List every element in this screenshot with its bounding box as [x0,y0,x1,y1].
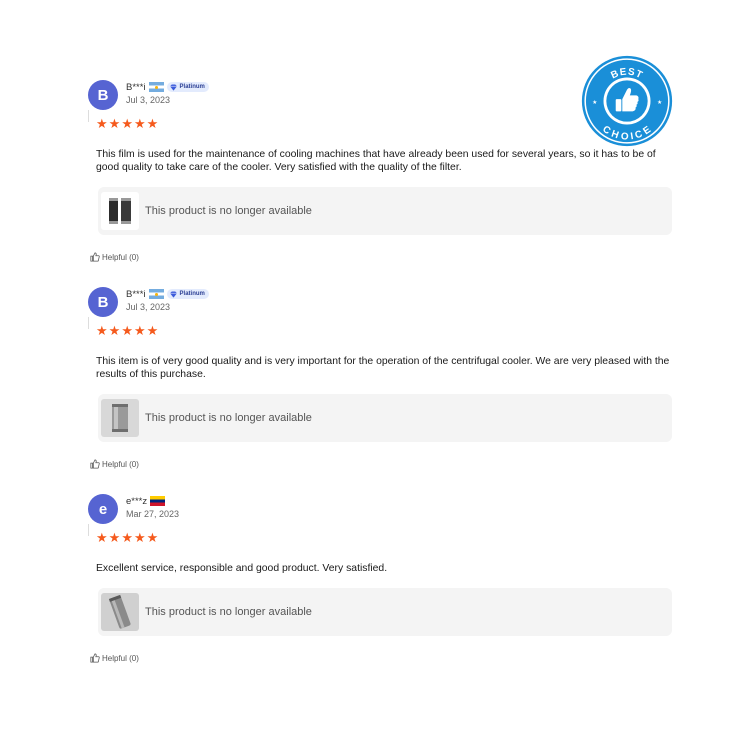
star-icon: ★ [133,116,146,131]
product-thumbnail [101,399,139,437]
helpful-button[interactable]: Helpful (0) [90,459,139,469]
flag-venezuela-icon [150,496,166,506]
star-icon: ★ [133,323,146,338]
divider [88,524,89,536]
review-text: This film is used for the maintenance of… [96,149,656,173]
helpful-button[interactable]: Helpful (0) [90,252,139,262]
star-icon: ★ [146,530,159,545]
flag-argentina-icon [148,82,164,92]
star-icon: ★ [108,116,121,131]
thumbs-up-icon [90,252,100,262]
product-thumbnail [101,593,139,631]
star-icon: ★ [133,530,146,545]
star-icon: ★ [146,323,159,338]
product-card[interactable]: This product is no longer available [98,588,672,636]
flag-argentina-icon [148,289,164,299]
helpful-button[interactable]: Helpful (0) [90,653,139,663]
star-rating: ★ ★ ★ ★ ★ [96,323,159,338]
review-date: Jul 3, 2023 [126,302,171,312]
star-icon: ★ [96,116,108,131]
product-status-text: This product is no longer available [145,205,312,217]
product-card[interactable]: This product is no longer available [98,394,672,442]
product-status-text: This product is no longer available [145,606,312,618]
review-text: Excellent service, responsible and good … [96,563,388,574]
star-rating: ★ ★ ★ ★ ★ [96,530,159,545]
review-text: This item is of very good quality and is… [96,356,670,380]
reviewer-name: B***i [126,81,146,93]
star-icon: ★ [108,530,121,545]
star-rating: ★ ★ ★ ★ ★ [96,116,159,131]
platinum-badge: Platinum [166,82,209,92]
divider [88,317,89,329]
helpful-label: Helpful (0) [102,653,139,663]
product-thumbnail [101,192,139,230]
review-date: Mar 27, 2023 [126,509,180,519]
review-date: Jul 3, 2023 [126,95,171,105]
star-icon: ★ [121,116,133,131]
thumbs-up-icon [90,459,100,469]
star-icon: ★ [121,530,133,545]
platinum-badge: Platinum [166,289,209,299]
helpful-label: Helpful (0) [102,459,139,469]
avatar: e [88,494,118,524]
divider [88,110,89,122]
star-icon: ★ [96,323,108,338]
helpful-label: Helpful (0) [102,252,139,262]
avatar: B [88,80,118,110]
product-status-text: This product is no longer available [145,412,312,424]
star-icon: ★ [96,530,108,545]
svg-text:★: ★ [657,99,662,106]
product-card[interactable]: This product is no longer available [98,187,672,235]
diamond-icon [169,290,177,298]
svg-text:★: ★ [592,99,597,106]
reviewer-name: B***i [126,288,146,300]
star-icon: ★ [146,116,159,131]
star-icon: ★ [121,323,133,338]
thumbs-up-icon [90,653,100,663]
avatar: B [88,287,118,317]
diamond-icon [169,83,177,91]
best-choice-seal-icon: BEST CHOICE ★ ★ [581,55,673,147]
star-icon: ★ [108,323,121,338]
reviewer-name: e***z [126,495,148,507]
